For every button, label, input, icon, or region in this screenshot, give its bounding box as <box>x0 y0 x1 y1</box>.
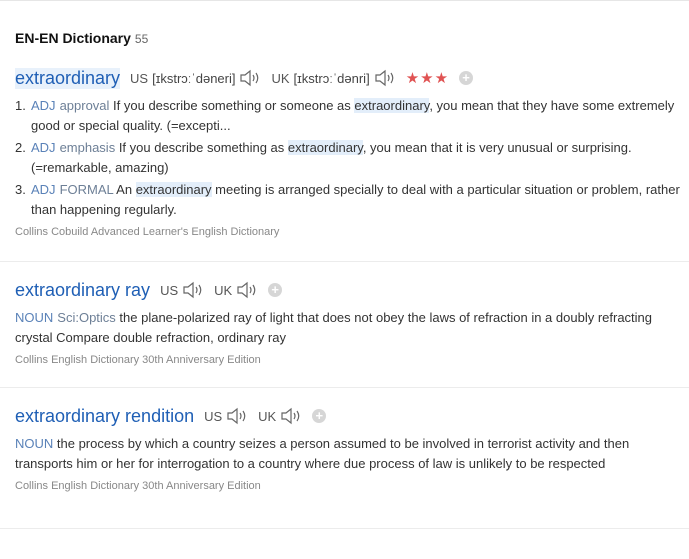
plus-icon[interactable]: + <box>459 71 474 85</box>
definition-text: If you describe something or someone as <box>109 98 355 113</box>
headword-link[interactable]: extraordinary <box>15 67 121 89</box>
us-label: US <box>160 282 179 298</box>
entry-headrow: extraordinary rendition US UK + <box>15 404 683 428</box>
part-of-speech: ADJ <box>31 98 56 113</box>
uk-phonetic: [ɪkstrɔːˈdənri] <box>293 70 370 86</box>
sense-item: 3. ADJ FORMAL An extraordinary meeting is… <box>15 180 683 220</box>
part-of-speech: NOUN <box>15 310 54 325</box>
usage-label: FORMAL <box>59 182 114 197</box>
dictionary-source: Collins English Dictionary 30th Annivers… <box>15 354 261 366</box>
uk-label: UK <box>214 282 233 298</box>
part-of-speech: ADJ <box>31 182 56 197</box>
part-of-speech: ADJ <box>31 140 56 155</box>
dictionary-title: EN-EN Dictionary <box>15 30 131 46</box>
entry-divider <box>0 528 689 529</box>
uk-label: UK <box>271 70 290 86</box>
speaker-icon[interactable] <box>374 69 396 87</box>
speaker-icon[interactable] <box>239 69 261 87</box>
dictionary-header: EN-EN Dictionary 55 <box>15 30 148 46</box>
definition-text: If you describe something as <box>115 140 288 155</box>
entry-headrow: extraordinary US [ɪkstrɔːˈdəneri] UK [ɪk… <box>15 66 683 90</box>
definition-text: An <box>113 182 136 197</box>
speaker-icon[interactable] <box>182 281 204 299</box>
us-label: US <box>130 70 149 86</box>
subject-label: Sci:Optics <box>57 310 116 325</box>
uk-label: UK <box>258 408 277 424</box>
speaker-icon[interactable] <box>236 281 258 299</box>
entry-divider <box>0 387 689 388</box>
sense-number: 3. <box>15 182 26 197</box>
result-count: 55 <box>134 32 149 46</box>
definition: NOUN the process by which a country seiz… <box>15 434 683 474</box>
sense-item: 1. ADJ approval If you describe something… <box>15 96 683 136</box>
sense-list: 1. ADJ approval If you describe something… <box>15 96 683 220</box>
us-phonetic: [ɪkstrɔːˈdəneri] <box>152 70 236 86</box>
us-label: US <box>204 408 223 424</box>
headword-link[interactable]: extraordinary ray <box>15 280 150 301</box>
sense-number: 2. <box>15 140 26 155</box>
sense-number: 1. <box>15 98 26 113</box>
highlighted-word: extraordinary <box>135 182 212 197</box>
top-divider <box>0 0 689 1</box>
entry-extraordinary-rendition: extraordinary rendition US UK + NOUN the… <box>15 404 683 493</box>
highlighted-word: extraordinary <box>354 98 430 113</box>
entry-extraordinary-ray: extraordinary ray US UK + NOUN Sci:Optics… <box>15 278 683 367</box>
dictionary-source: Collins Cobuild Advanced Learner's Engli… <box>15 226 280 238</box>
headword-link[interactable]: extraordinary rendition <box>15 406 194 427</box>
usage-label: emphasis <box>59 140 116 155</box>
part-of-speech: NOUN <box>15 436 54 451</box>
usage-label: approval <box>59 98 110 113</box>
star-rating: ★★★ <box>405 70 450 87</box>
definition: NOUN Sci:Optics the plane-polarized ray o… <box>15 308 683 348</box>
plus-icon[interactable]: + <box>268 283 283 297</box>
entry-extraordinary: extraordinary US [ɪkstrɔːˈdəneri] UK [ɪk… <box>15 66 683 238</box>
highlighted-word: extraordinary <box>287 140 363 155</box>
entry-headrow: extraordinary ray US UK + <box>15 278 683 302</box>
plus-icon[interactable]: + <box>312 409 327 423</box>
speaker-icon[interactable] <box>226 407 248 425</box>
definition-text: the process by which a country seizes a … <box>15 436 630 471</box>
entry-divider <box>0 261 689 262</box>
sense-item: 2. ADJ emphasis If you describe something… <box>15 138 683 178</box>
speaker-icon[interactable] <box>280 407 302 425</box>
dictionary-source: Collins English Dictionary 30th Annivers… <box>15 480 261 492</box>
